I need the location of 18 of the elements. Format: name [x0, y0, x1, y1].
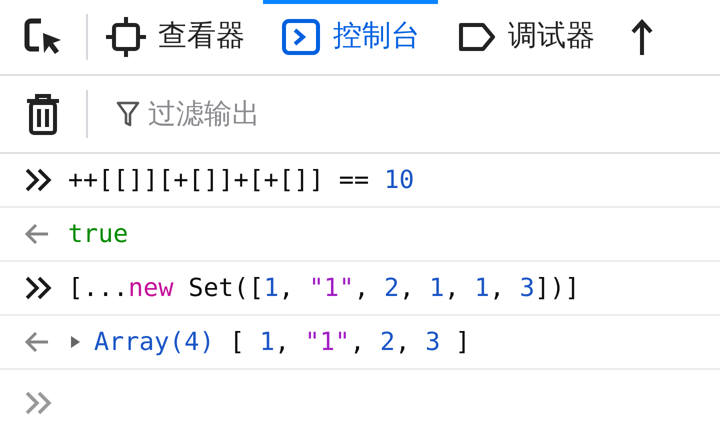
chevrons-icon [24, 389, 52, 417]
command-text: ++[[]][+[]]+[+[]] == 10 [68, 164, 414, 196]
filter-field[interactable]: 过滤输出 [148, 93, 548, 135]
up-arrow-icon [631, 17, 653, 57]
panel-tab[interactable]: 查看器 [88, 0, 263, 74]
trash-icon [25, 93, 61, 135]
chevrons-icon [24, 274, 52, 302]
terminal-icon [281, 17, 321, 57]
command-text: [...new Set([1, "1", 2, 1, 1, 3])] [68, 272, 580, 304]
result-text: Array(4) [ 1, "1", 2, 3 ] [94, 326, 470, 358]
expand-toggle[interactable] [68, 335, 82, 349]
panel-tab[interactable]: 控制台 [263, 0, 438, 74]
right-triangle-icon [68, 335, 82, 349]
result-text: true [68, 218, 128, 250]
chevrons-icon [24, 166, 52, 194]
filter-icon [116, 100, 140, 128]
crosshair-icon [106, 17, 146, 57]
panel-tab[interactable]: 调试器 [438, 0, 613, 74]
